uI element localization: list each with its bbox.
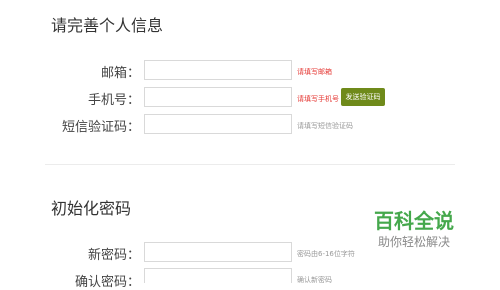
- confirm-password-hint: 确认新密码: [297, 276, 332, 284]
- watermark: 百科全说 助你轻松解决: [364, 208, 464, 250]
- section-divider: [45, 164, 455, 165]
- sms-code-hint: 请填写短信验证码: [297, 122, 353, 130]
- email-label: 邮箱：: [100, 66, 140, 81]
- send-code-button[interactable]: 发送验证码: [341, 88, 385, 106]
- confirm-password-field[interactable]: [144, 268, 292, 283]
- new-password-field[interactable]: [144, 242, 292, 262]
- sms-code-label: 短信验证码：: [61, 120, 140, 135]
- new-password-hint: 密码由6-16位字符: [297, 250, 355, 258]
- email-hint: 请填写邮箱: [297, 68, 332, 76]
- watermark-logo: 百科全说: [374, 209, 454, 233]
- new-password-label: 新密码：: [87, 248, 140, 263]
- phone-hint: 请填写手机号: [297, 95, 339, 103]
- phone-label: 手机号：: [87, 93, 140, 108]
- watermark-slogan: 助你轻松解决: [377, 235, 450, 249]
- sms-code-field[interactable]: [144, 114, 292, 134]
- confirm-password-label: 确认密码：: [74, 275, 140, 290]
- phone-field[interactable]: [144, 87, 292, 107]
- password-section-title: 初始化密码: [51, 199, 132, 218]
- profile-section-title: 请完善个人信息: [51, 16, 164, 35]
- email-field[interactable]: [144, 60, 292, 80]
